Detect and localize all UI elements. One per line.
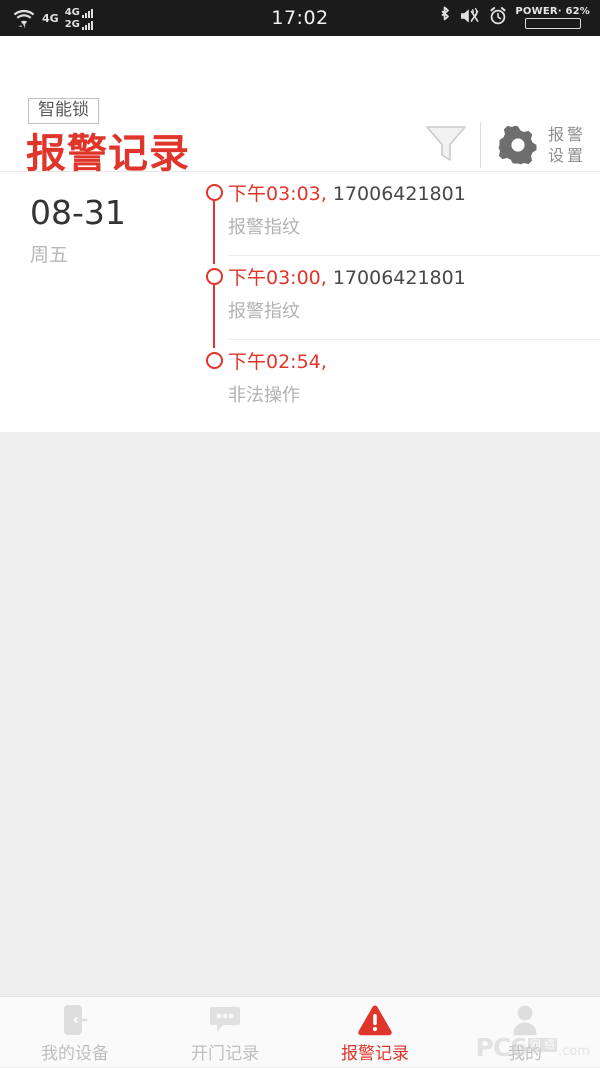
alarm-record-headline: 下午03:03, 17006421801 bbox=[228, 172, 600, 205]
alarm-records-card: 08-31 周五 下午03:03, 17006421801报警指纹下午03:00… bbox=[0, 172, 600, 432]
alarm-record-item[interactable]: 下午03:00, 17006421801报警指纹 bbox=[200, 256, 600, 340]
alarm-record-time: 下午02:54, bbox=[228, 351, 327, 373]
battery-shell-icon bbox=[525, 18, 581, 29]
timeline-connector bbox=[213, 201, 215, 264]
status-bar: 4G 4G 2G 17:02 bbox=[0, 0, 600, 36]
record-weekday: 周五 bbox=[30, 240, 200, 267]
battery-indicator: POWER· 62% bbox=[515, 7, 590, 29]
mute-icon bbox=[459, 6, 481, 30]
tab-unlock-records[interactable]: 开门记录 bbox=[150, 997, 300, 1068]
page-header: 智能锁 报警记录 报警 设置 bbox=[0, 36, 600, 172]
alarm-record-body: 下午03:00, 17006421801报警指纹 bbox=[228, 256, 600, 322]
filter-button[interactable] bbox=[416, 118, 476, 172]
record-date: 08-31 bbox=[30, 196, 200, 230]
tab-label-my-device: 我的设备 bbox=[41, 1039, 109, 1064]
tab-label-mine: 我的 bbox=[508, 1039, 542, 1064]
alarm-record-user: 17006421801 bbox=[327, 183, 466, 205]
alarm-settings-button[interactable]: 报警 设置 bbox=[497, 124, 586, 166]
day-group: 08-31 周五 下午03:03, 17006421801报警指纹下午03:00… bbox=[0, 172, 600, 424]
alarm-record-item[interactable]: 下午03:03, 17006421801报警指纹 bbox=[200, 172, 600, 256]
timeline-connector bbox=[213, 285, 215, 348]
alarm-record-user: 17006421801 bbox=[327, 267, 466, 289]
alarm-record-headline: 下午02:54, bbox=[228, 340, 600, 373]
day-column: 08-31 周五 bbox=[0, 172, 200, 424]
empty-area bbox=[0, 432, 600, 1066]
alarm-record-item[interactable]: 下午02:54,非法操作 bbox=[200, 340, 600, 424]
tab-label-unlock-records: 开门记录 bbox=[191, 1039, 259, 1064]
person-icon bbox=[508, 1002, 542, 1038]
battery-label: POWER· 62% bbox=[515, 7, 590, 17]
timeline-dot-icon bbox=[206, 184, 223, 201]
page-title: 报警记录 bbox=[26, 134, 190, 174]
bottom-tab-bar: 我的设备 开门记录 报警记录 bbox=[0, 996, 600, 1067]
alarm-record-headline: 下午03:00, 17006421801 bbox=[228, 256, 600, 289]
bluetooth-icon bbox=[438, 6, 452, 30]
alarm-record-time: 下午03:00, bbox=[228, 267, 327, 289]
header-actions: 报警 设置 bbox=[416, 118, 586, 172]
gear-icon bbox=[497, 124, 539, 166]
tab-alarm-records[interactable]: 报警记录 bbox=[300, 997, 450, 1068]
timeline-column: 下午03:03, 17006421801报警指纹下午03:00, 1700642… bbox=[200, 172, 600, 424]
header-divider bbox=[480, 122, 481, 168]
tab-label-alarm-records: 报警记录 bbox=[341, 1039, 409, 1064]
alarm-record-body: 下午03:03, 17006421801报警指纹 bbox=[228, 172, 600, 238]
alarm-clock-icon bbox=[488, 6, 508, 30]
settings-label-line2: 设置 bbox=[548, 145, 586, 166]
filter-icon bbox=[423, 121, 469, 169]
tab-my-device[interactable]: 我的设备 bbox=[0, 997, 150, 1068]
alarm-settings-label: 报警 设置 bbox=[548, 124, 586, 166]
alarm-record-body: 下午02:54,非法操作 bbox=[228, 340, 600, 406]
warning-triangle-icon bbox=[356, 1002, 394, 1038]
alarm-record-time: 下午03:03, bbox=[228, 183, 327, 205]
chat-bubble-icon bbox=[207, 1002, 243, 1038]
timeline-dot-icon bbox=[206, 352, 223, 369]
door-lock-icon bbox=[58, 1002, 92, 1038]
tab-mine[interactable]: 我的 bbox=[450, 997, 600, 1068]
status-bar-right: POWER· 62% bbox=[438, 0, 600, 36]
alarm-record-type: 报警指纹 bbox=[228, 289, 600, 322]
device-type-badge[interactable]: 智能锁 bbox=[28, 98, 99, 124]
timeline-dot-icon bbox=[206, 268, 223, 285]
alarm-record-type: 非法操作 bbox=[228, 373, 600, 406]
alarm-record-type: 报警指纹 bbox=[228, 205, 600, 238]
settings-label-line1: 报警 bbox=[548, 124, 586, 145]
